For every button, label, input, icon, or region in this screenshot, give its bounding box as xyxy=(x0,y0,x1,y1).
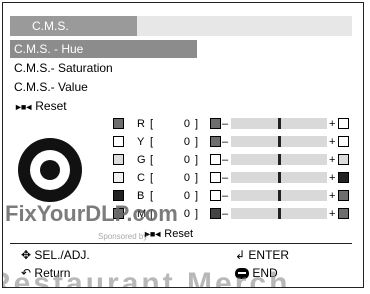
channel-value: 0 xyxy=(183,136,190,148)
color-wheel-icon xyxy=(18,138,82,202)
footer-divider xyxy=(10,243,352,244)
footer-sel-label: SEL./ADJ. xyxy=(34,248,90,262)
plus-sign: + xyxy=(329,154,336,166)
minus-sign: – xyxy=(222,118,229,130)
slider-right-swatch xyxy=(338,172,349,183)
minus-sign: – xyxy=(222,136,229,148)
bracket-close: ] xyxy=(195,190,199,202)
slider-thumb[interactable] xyxy=(278,208,281,219)
footer-enter: ↲ ENTER xyxy=(235,247,289,263)
channel-value: 0 xyxy=(183,118,190,130)
menu-item-reset-label: Reset xyxy=(35,99,67,113)
slider-left-swatch xyxy=(210,190,221,201)
bracket-close: ] xyxy=(195,154,199,166)
slider-right-swatch xyxy=(338,190,349,201)
channel-label: R xyxy=(137,118,145,130)
slider-thumb[interactable] xyxy=(278,154,281,165)
menu-item-reset[interactable]: ►■◄ Reset xyxy=(10,97,67,115)
channel-label: C xyxy=(137,172,145,184)
slider-thumb[interactable] xyxy=(278,136,281,147)
minus-sign: – xyxy=(222,190,229,202)
plus-sign: + xyxy=(329,172,336,184)
cms-menu-window: C.M.S. C.M.S. - Hue C.M.S.- Saturation C… xyxy=(2,2,364,288)
channel-swatch xyxy=(113,136,124,147)
channel-label: Y xyxy=(137,136,145,148)
bracket-close: ] xyxy=(195,118,199,130)
watermark-large: Restaurant Merch xyxy=(2,267,291,288)
channel-swatch xyxy=(113,154,124,165)
four-way-arrow-icon: ✥ xyxy=(21,248,32,262)
slider-right-swatch xyxy=(338,208,349,219)
title-bar-extension xyxy=(137,16,352,36)
minus-sign: – xyxy=(222,154,229,166)
enter-arrow-icon: ↲ xyxy=(235,248,246,262)
channel-swatch xyxy=(113,118,124,129)
watermark-sponsor: Sponsored by xyxy=(98,232,148,241)
slider-thumb[interactable] xyxy=(278,190,281,201)
slider-left-swatch xyxy=(210,208,221,219)
slider-thumb[interactable] xyxy=(278,118,281,129)
slider-left-swatch xyxy=(210,118,221,129)
bracket-close: ] xyxy=(195,136,199,148)
menu-title: C.M.S. xyxy=(10,16,137,36)
menu-item-cms-hue[interactable]: C.M.S. - Hue xyxy=(10,40,197,58)
channel-value: 0 xyxy=(183,154,190,166)
adjust-reset[interactable]: ►■◄ Reset xyxy=(143,227,193,241)
minus-sign: – xyxy=(222,208,229,220)
slider-right-swatch xyxy=(338,154,349,165)
footer-enter-label: ENTER xyxy=(248,248,290,262)
plus-sign: + xyxy=(329,136,336,148)
menu-item-cms-value[interactable]: C.M.S.- Value xyxy=(10,78,88,96)
channel-value: 0 xyxy=(183,172,190,184)
slider-thumb[interactable] xyxy=(278,172,281,183)
footer-sel-adj: ✥ SEL./ADJ. xyxy=(21,247,90,263)
slider-left-swatch xyxy=(210,136,221,147)
slider-left-swatch xyxy=(210,172,221,183)
adjust-reset-label: Reset xyxy=(164,228,194,240)
channel-label: G xyxy=(137,154,146,166)
plus-sign: + xyxy=(329,190,336,202)
bracket-close: ] xyxy=(195,208,199,220)
slider-right-swatch xyxy=(338,136,349,147)
slider-right-swatch xyxy=(338,118,349,129)
channel-swatch xyxy=(113,172,124,183)
menu-item-cms-saturation[interactable]: C.M.S.- Saturation xyxy=(10,59,113,77)
bracket-close: ] xyxy=(195,172,199,184)
plus-sign: + xyxy=(329,118,336,130)
reset-arrows-icon: ►■◄ xyxy=(14,101,33,112)
slider-left-swatch xyxy=(210,154,221,165)
plus-sign: + xyxy=(329,208,336,220)
channel-swatch xyxy=(113,190,124,201)
watermark-brand: FixYourDLP.com xyxy=(5,201,178,226)
minus-sign: – xyxy=(222,172,229,184)
